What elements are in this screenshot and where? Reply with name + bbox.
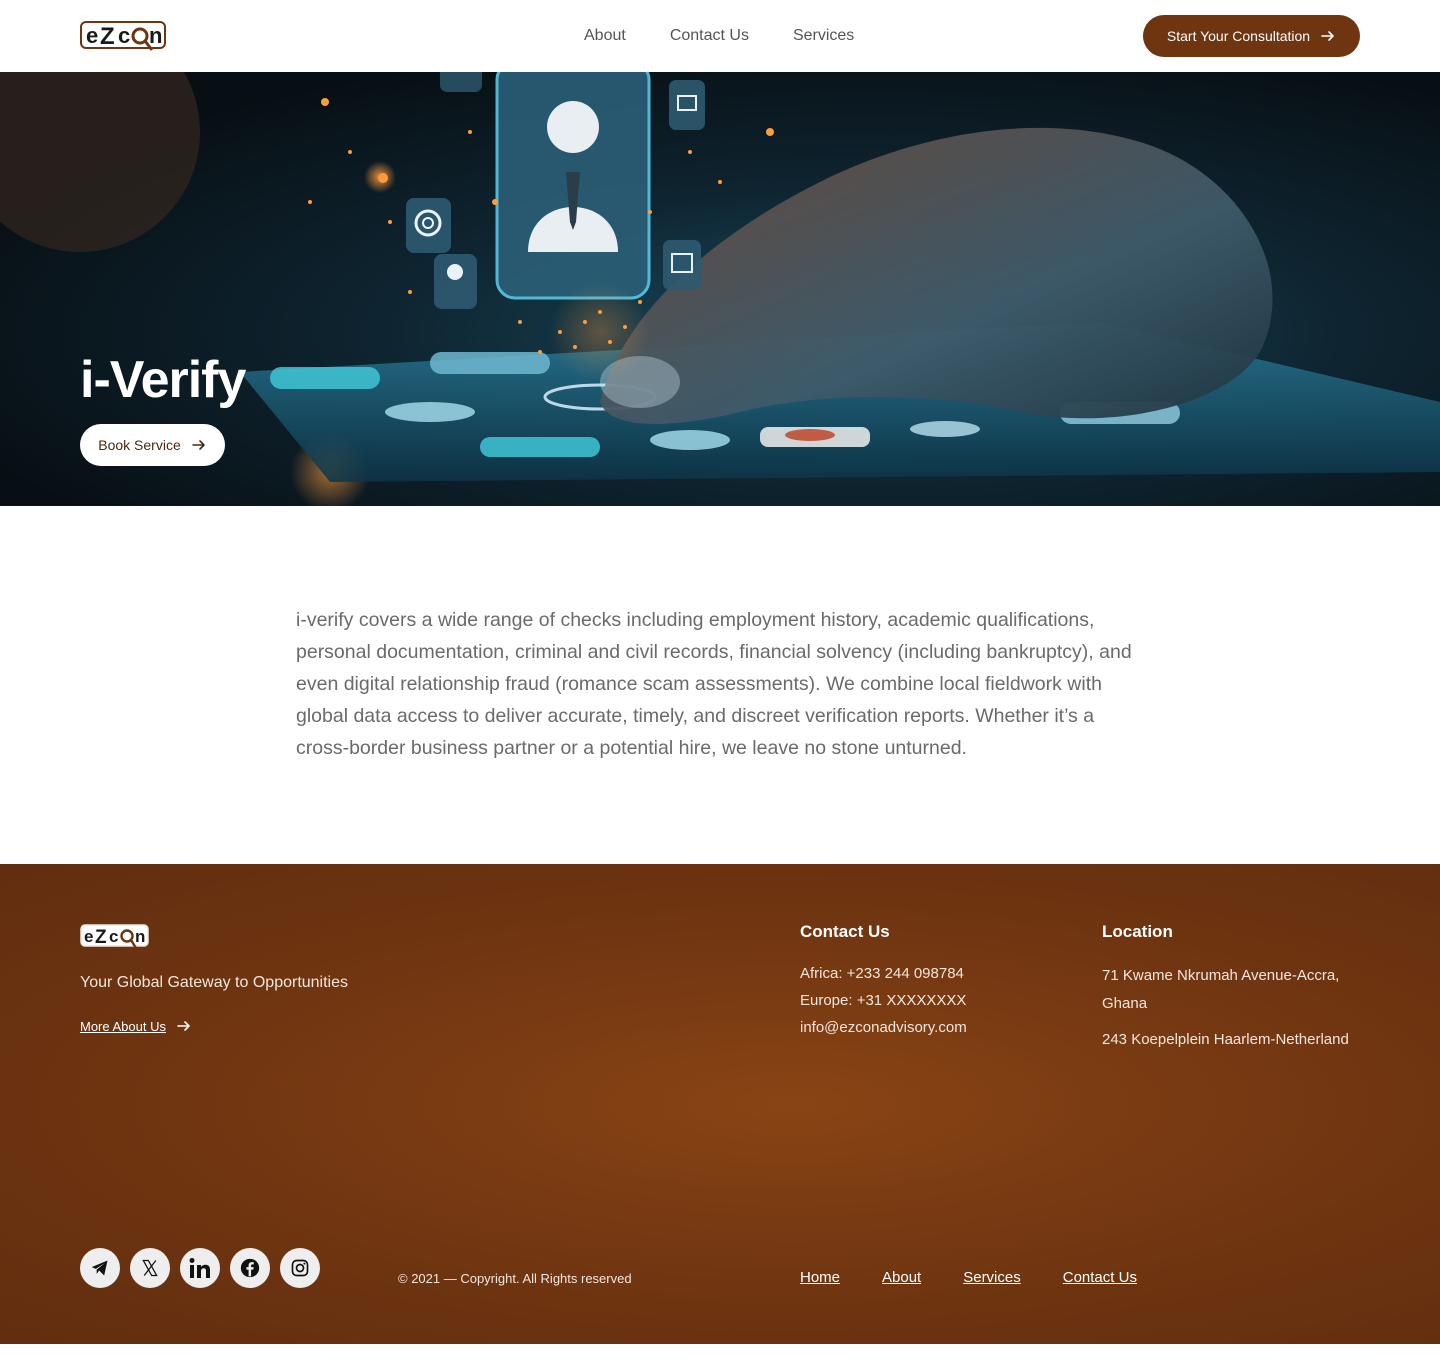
arrow-right-icon: [177, 1021, 190, 1031]
site-footer: e Z c n Your Global Gateway to Opportuni…: [0, 864, 1440, 1344]
book-service-label: Book Service: [98, 437, 181, 453]
more-about-us-label: More About Us: [80, 1018, 166, 1034]
service-description: i-verify covers a wide range of checks i…: [296, 609, 1132, 759]
footer-contact-details: Africa: +233 244 098784 Europe: +31 XXXX…: [800, 960, 967, 1041]
footer-link-services[interactable]: Services: [963, 1269, 1021, 1286]
more-about-us-link[interactable]: More About Us: [80, 1018, 192, 1034]
phone-europe[interactable]: Europe: +31 XXXXXXXX: [800, 987, 967, 1014]
address-accra: 71 Kwame Nkrumah Avenue-Accra, Ghana: [1102, 967, 1340, 1012]
ezcon-footer-logo[interactable]: e Z c n: [80, 922, 150, 952]
nav-about[interactable]: About: [584, 27, 626, 45]
start-consultation-button[interactable]: Start Your Consultation: [1143, 15, 1360, 57]
copyright-text: © 2021 — Copyright. All Rights reserved: [398, 1271, 632, 1286]
footer-location-title: Location: [1102, 922, 1173, 941]
address-haarlem: 243 Koepelplein Haarlem-Netherland: [1102, 1031, 1349, 1048]
svg-text:e: e: [86, 23, 98, 48]
arrow-right-icon: [1321, 31, 1334, 41]
svg-text:Z: Z: [95, 927, 107, 948]
footer-contact-title: Contact Us: [800, 922, 890, 941]
instagram-link[interactable]: [280, 1248, 320, 1288]
social-links: [80, 1248, 320, 1288]
x-link[interactable]: [130, 1248, 170, 1288]
linkedin-link[interactable]: [180, 1248, 220, 1288]
svg-text:n: n: [135, 927, 145, 946]
arrow-right-icon: [191, 440, 205, 450]
contact-email[interactable]: info@ezconadvisory.com: [800, 1014, 967, 1041]
cta-label: Start Your Consultation: [1166, 28, 1311, 44]
facebook-icon: [240, 1258, 260, 1278]
nav-contact-us[interactable]: Contact Us: [670, 27, 749, 45]
svg-text:c: c: [118, 23, 130, 48]
linkedin-icon: [189, 1258, 210, 1278]
hero-title: i-Verify: [80, 351, 246, 409]
footer-nav: Home About Services Contact Us: [800, 1269, 1137, 1286]
phone-africa[interactable]: Africa: +233 244 098784: [800, 960, 967, 987]
telegram-icon: [91, 1260, 108, 1276]
svg-text:e: e: [84, 927, 93, 946]
ezcon-logo[interactable]: e Z c n: [80, 18, 168, 56]
main-nav: About Contact Us Services: [584, 0, 854, 72]
footer-tagline: Your Global Gateway to Opportunities: [80, 974, 349, 991]
footer-link-contact-us[interactable]: Contact Us: [1063, 1269, 1137, 1286]
facebook-link[interactable]: [230, 1248, 270, 1288]
footer-link-home[interactable]: Home: [800, 1269, 840, 1286]
nav-services[interactable]: Services: [793, 27, 854, 45]
svg-text:c: c: [109, 927, 118, 946]
site-header: e Z c n About Contact Us Services Start …: [0, 0, 1440, 72]
footer-location-details: 71 Kwame Nkrumah Avenue-Accra, Ghana 243…: [1102, 962, 1372, 1054]
footer-link-about[interactable]: About: [882, 1269, 921, 1286]
telegram-link[interactable]: [80, 1248, 120, 1288]
svg-text:n: n: [149, 23, 162, 48]
x-icon: [142, 1259, 158, 1277]
instagram-icon: [291, 1259, 309, 1277]
svg-text:Z: Z: [100, 23, 115, 50]
hero-banner: i-Verify Book Service: [0, 72, 1440, 506]
book-service-button[interactable]: Book Service: [80, 424, 225, 466]
